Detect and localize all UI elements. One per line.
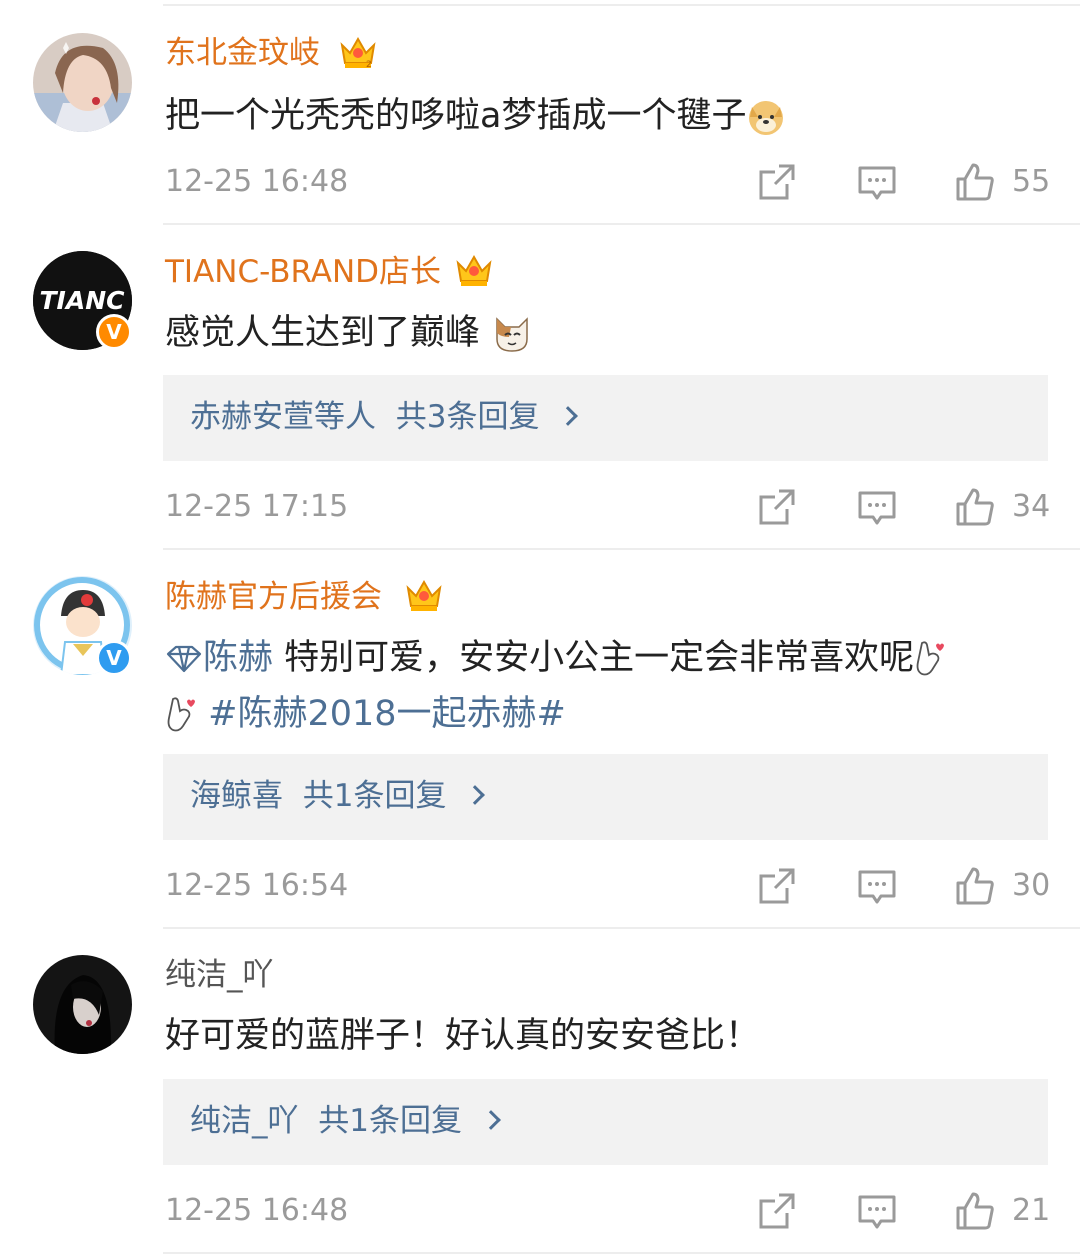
reply-count: 共1条回复	[318, 1103, 462, 1139]
avatar-image	[33, 955, 132, 1054]
share-icon[interactable]	[757, 1191, 797, 1231]
comment-time: 12-25 16:48	[165, 1193, 349, 1228]
comment-icon[interactable]	[857, 1191, 897, 1231]
chevron-right-icon	[480, 1110, 501, 1130]
like-count: 21	[1012, 1193, 1051, 1228]
reply-users: 纯洁_吖	[190, 1103, 299, 1139]
username[interactable]: 纯洁_吖	[165, 955, 274, 995]
divider	[163, 1252, 1080, 1254]
like-icon[interactable]	[955, 1191, 995, 1231]
reply-summary-text: 纯洁_吖 共1条回复	[190, 1101, 501, 1141]
comment-item: 纯洁_吖 好可爱的蓝胖子！好认真的安安爸比！ 纯洁_吖 共1条回复 12-25 …	[0, 0, 1080, 1258]
avatar[interactable]	[33, 955, 132, 1054]
reply-summary[interactable]: 纯洁_吖 共1条回复	[163, 1079, 1048, 1165]
comment-text: 好可爱的蓝胖子！好认真的安安爸比！	[165, 1016, 761, 1056]
